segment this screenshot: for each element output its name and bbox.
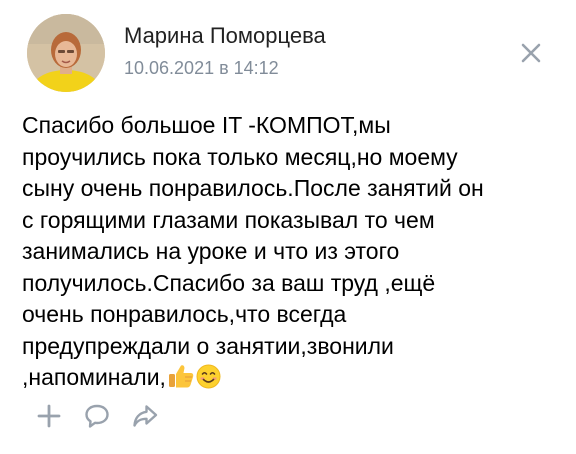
post-date: 10.06.2021 в 14:12 [124, 58, 279, 78]
review-post: Марина Поморцева 10.06.2021 в 14:12 Спас… [0, 0, 576, 454]
post-text-line: получилось.Спасибо за ваш труд ,ещё [22, 269, 436, 296]
post-text-last-line: ,напоминали, [22, 362, 562, 394]
post-text-line: занимались на уроке и что из этого [22, 238, 400, 264]
close-icon [521, 43, 541, 63]
smiling-face-icon [196, 364, 221, 389]
avatar-photo [27, 14, 105, 92]
thumbs-up-icon [168, 365, 194, 388]
post-text-line: очень понравилось,что всегда [22, 301, 347, 327]
share-button[interactable] [126, 396, 164, 436]
add-button[interactable] [30, 396, 68, 436]
post-text-line: сыну очень понравилось.После занятий он [22, 175, 484, 201]
post-text-line: с горящими глазами показывал то чем [22, 206, 435, 233]
avatar[interactable] [27, 14, 105, 92]
comment-icon [85, 404, 109, 428]
post-text-line: Спасибо большое IT -КОМПОТ,мы [22, 112, 391, 138]
comment-button[interactable] [78, 396, 116, 436]
post-text: Спасибо большое IT -КОМПОТ,мы проучились… [22, 110, 562, 394]
post-text-line: проучились пока только месяц,но моему [22, 143, 458, 170]
post-text-line: ,напоминали, [22, 364, 166, 390]
author-name[interactable]: Марина Поморцева [124, 23, 326, 49]
post-text-line: предупреждали о занятии,звонили [22, 332, 394, 359]
post-actions [30, 396, 174, 436]
close-button[interactable] [514, 36, 548, 70]
share-icon [133, 405, 158, 427]
plus-icon [37, 404, 61, 428]
